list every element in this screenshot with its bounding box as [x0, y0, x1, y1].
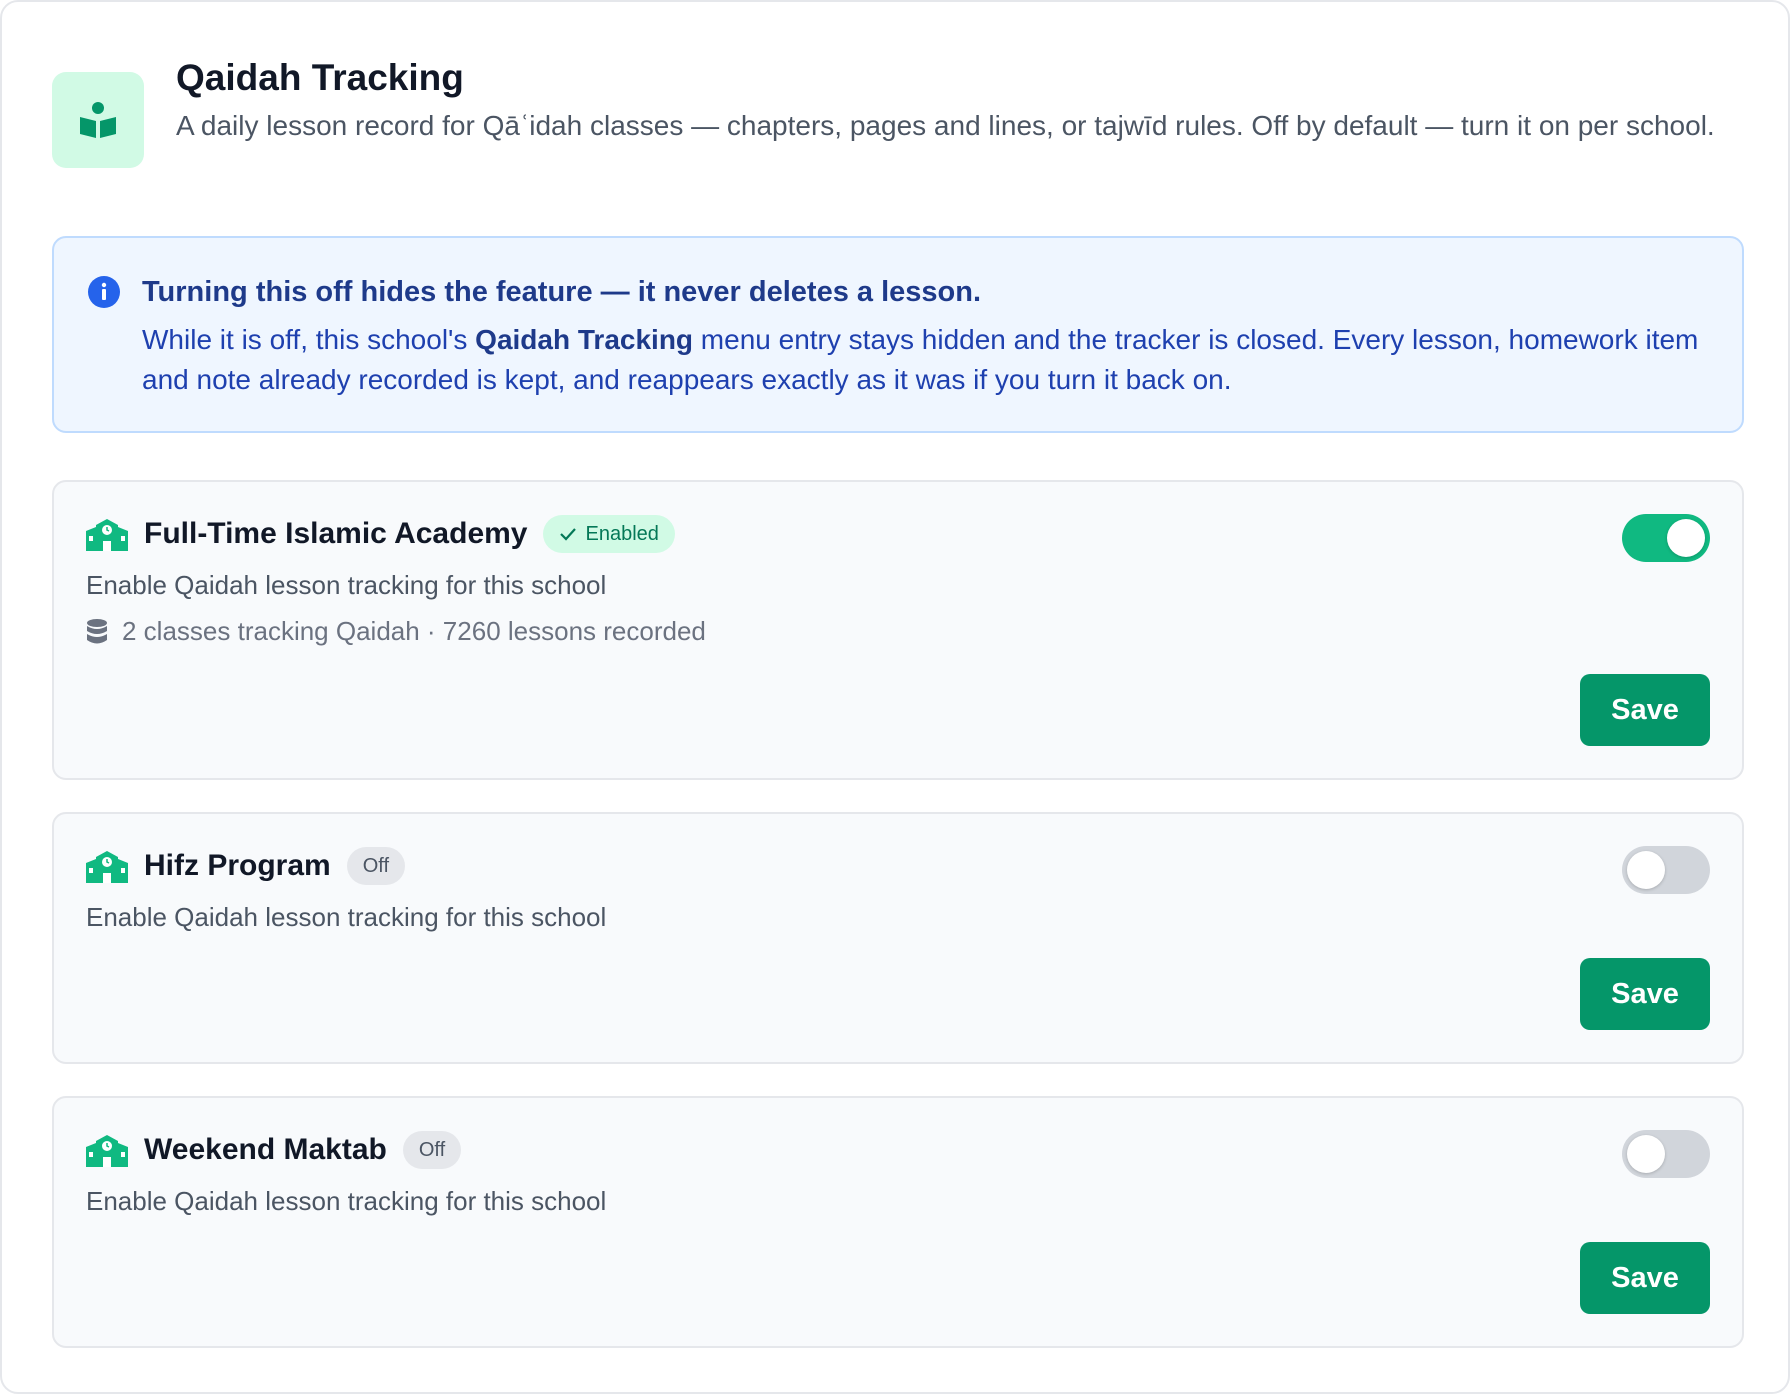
- school-stats: 2 classes tracking Qaidah · 7260 lessons…: [86, 616, 706, 647]
- info-title: Turning this off hides the feature — it …: [142, 276, 982, 308]
- toggle-knob: [1667, 519, 1705, 557]
- school-card-hifz-program: Hifz Program Off Enable Qaidah lesson tr…: [52, 812, 1744, 1064]
- settings-panel: Qaidah Tracking A daily lesson record fo…: [0, 0, 1790, 1394]
- save-button[interactable]: Save: [1580, 1242, 1710, 1314]
- toggle-knob: [1627, 1135, 1665, 1173]
- school-card-weekend-maktab: Weekend Maktab Off Enable Qaidah lesson …: [52, 1096, 1744, 1348]
- page-title: Qaidah Tracking: [176, 57, 464, 98]
- info-icon: [88, 276, 120, 308]
- school-name: Weekend Maktab: [144, 1133, 387, 1166]
- enable-toggle[interactable]: [1622, 846, 1710, 894]
- status-badge: Enabled: [543, 515, 675, 553]
- school-description: Enable Qaidah lesson tracking for this s…: [86, 570, 607, 600]
- info-notice: Turning this off hides the feature — it …: [52, 236, 1744, 433]
- page-description: A daily lesson record for Qāʿidah classe…: [176, 110, 1715, 141]
- save-button[interactable]: Save: [1580, 958, 1710, 1030]
- info-body: While it is off, this school's Qaidah Tr…: [142, 324, 1699, 395]
- school-description: Enable Qaidah lesson tracking for this s…: [86, 902, 607, 932]
- school-building-icon: [86, 519, 128, 551]
- check-icon: [560, 528, 577, 541]
- school-name: Full-Time Islamic Academy: [144, 517, 528, 550]
- toggle-knob: [1627, 851, 1665, 889]
- school-card-full-time-islamic-academy: Full-Time Islamic Academy Enabled Enable…: [52, 480, 1744, 780]
- school-description: Enable Qaidah lesson tracking for this s…: [86, 1186, 607, 1216]
- enable-toggle[interactable]: [1622, 1130, 1710, 1178]
- school-name: Hifz Program: [144, 849, 331, 882]
- status-badge: Off: [346, 847, 406, 885]
- save-button[interactable]: Save: [1580, 674, 1710, 746]
- page-header: Qaidah Tracking A daily lesson record fo…: [52, 54, 1752, 168]
- book-reader-icon: [52, 72, 144, 168]
- school-building-icon: [86, 1135, 128, 1167]
- school-building-icon: [86, 851, 128, 883]
- enable-toggle[interactable]: [1622, 514, 1710, 562]
- database-icon: [87, 618, 107, 643]
- status-badge: Off: [402, 1131, 462, 1169]
- info-feature-name: Qaidah Tracking: [475, 324, 694, 355]
